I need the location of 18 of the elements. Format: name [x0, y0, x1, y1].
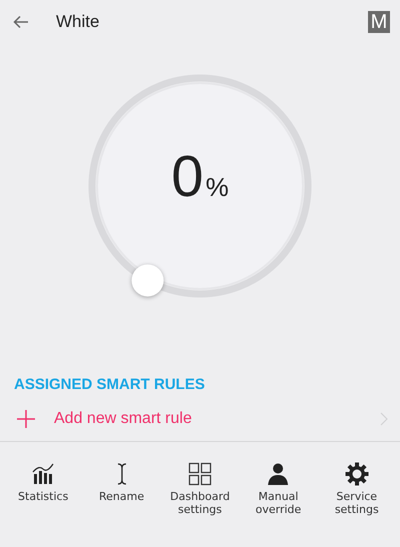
plus-icon	[16, 409, 36, 429]
rename-button[interactable]: Rename	[86, 462, 158, 516]
chart-icon	[31, 462, 56, 486]
service-button[interactable]: Service settings	[320, 462, 393, 516]
chevron-icon	[380, 412, 388, 426]
percent-unit: %	[206, 172, 229, 203]
dial-handle[interactable]	[132, 264, 164, 296]
window-title: White	[56, 12, 100, 32]
percentage-value: 0	[171, 144, 204, 210]
grid-icon	[188, 462, 212, 486]
manual-button[interactable]: Manual override	[242, 462, 314, 516]
gear-icon	[344, 462, 369, 486]
dashboard-button[interactable]: Dashboard settings	[164, 462, 236, 516]
back-icon[interactable]	[13, 15, 29, 29]
m-badge: M	[368, 11, 390, 33]
section-heading: ASSIGNED SMART RULES	[14, 376, 205, 393]
statistics-button[interactable]: Statistics	[7, 462, 80, 516]
person-icon	[266, 462, 290, 486]
